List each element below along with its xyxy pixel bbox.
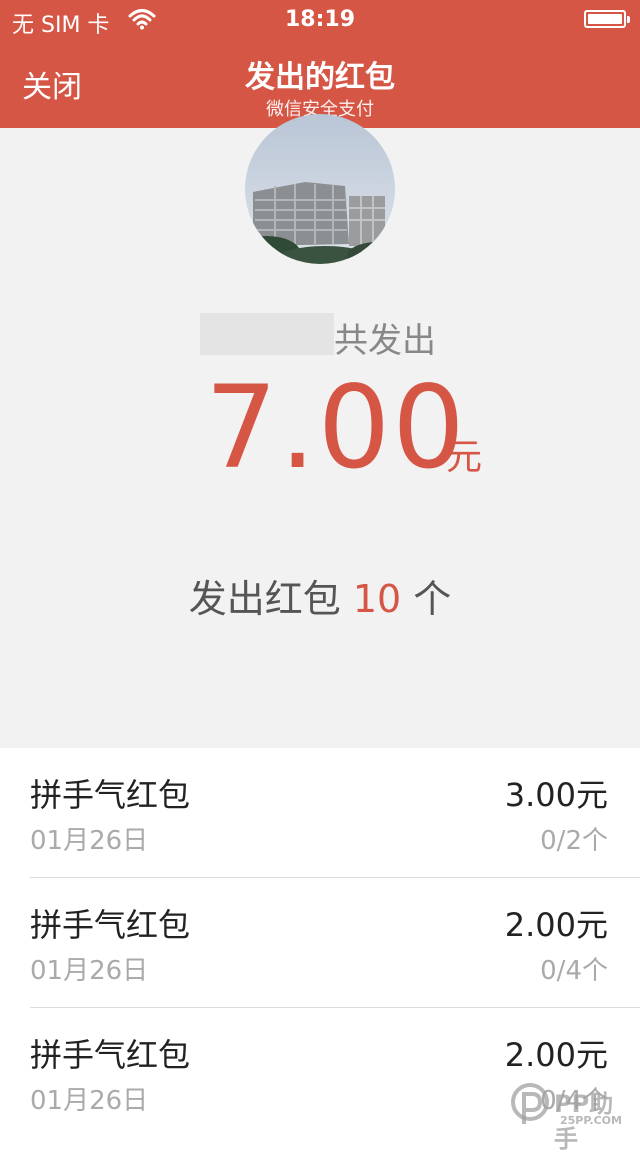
packet-count: 10 (352, 577, 402, 621)
count-prefix: 发出红包 (188, 577, 341, 621)
summary-panel: 共发出 7.00 元 发出红包 10 个 (0, 114, 640, 748)
record-amount: 2.00元 (504, 906, 608, 944)
status-time: 18:19 (284, 7, 356, 32)
currency-unit: 元 (446, 437, 483, 478)
header-bar: 无 SIM 卡 18:19 关闭 发出的红包 微信安全支付 (0, 0, 640, 128)
battery-fill (588, 14, 622, 24)
status-bar: 无 SIM 卡 18:19 (0, 0, 640, 40)
record-title: 拼手气红包 (30, 1036, 191, 1074)
list-item[interactable]: 拼手气红包 01月26日 2.00元 0/4个 (0, 878, 640, 1008)
record-amount: 2.00元 (504, 1036, 608, 1074)
pp-logo-icon (511, 1083, 549, 1124)
record-received: 0/4个 (540, 956, 608, 986)
sent-label: 共发出 (334, 321, 436, 361)
sender-name-redacted (200, 313, 334, 355)
list-item[interactable]: 拼手气红包 01月26日 3.00元 0/2个 (0, 748, 640, 878)
record-date: 01月26日 (30, 956, 149, 986)
record-received: 0/2个 (540, 826, 608, 856)
packet-count-line: 发出红包 10 个 (0, 568, 640, 623)
record-title: 拼手气红包 (30, 906, 191, 944)
page-title: 发出的红包 (245, 60, 395, 95)
record-date: 01月26日 (30, 1086, 149, 1116)
avatar-photo (245, 114, 395, 264)
count-suffix: 个 (413, 577, 452, 621)
record-date: 01月26日 (30, 826, 149, 856)
watermark-logo: PP助手 25PP.COM (510, 1078, 636, 1153)
avatar[interactable] (245, 114, 395, 264)
battery-icon (584, 10, 630, 28)
record-title: 拼手气红包 (30, 776, 191, 814)
total-amount: 7.00 (205, 361, 467, 494)
record-amount: 3.00元 (504, 776, 608, 814)
watermark-subtext: 25PP.COM (560, 1114, 622, 1127)
